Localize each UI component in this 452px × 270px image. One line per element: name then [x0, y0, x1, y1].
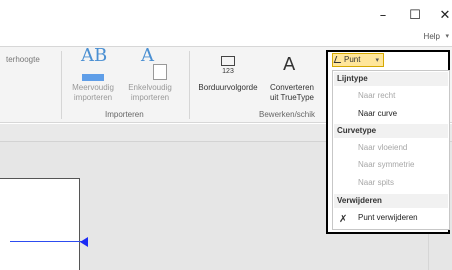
close-button[interactable]: ✕ [435, 8, 452, 24]
enkelvoudig-importeren-button[interactable]: A Enkelvoudig importeren [122, 45, 178, 112]
ribbon-separator [61, 51, 62, 119]
single-import-icon: A [141, 45, 154, 66]
truetype-icon: A [283, 54, 296, 75]
import-arrow-icon [82, 74, 104, 81]
tab-row: Help ▾ [0, 30, 452, 46]
menu-item-naar-spits: Naar spits [358, 178, 395, 187]
maximize-button[interactable]: ☐ [405, 8, 425, 24]
chevron-down-icon: ▾ [375, 56, 379, 64]
delete-point-icon: ✗ [339, 214, 348, 225]
menu-item-naar-symmetrie: Naar symmetrie [358, 160, 415, 169]
menu-item-punt-verwijderen[interactable]: Punt verwijderen [358, 211, 418, 225]
help-menu[interactable]: Help [424, 32, 440, 41]
canvas-line[interactable] [10, 241, 82, 242]
sequence-numbers-icon: 123 [222, 68, 234, 75]
title-bar: – ☐ ✕ [0, 0, 452, 30]
minimize-button[interactable]: – [373, 8, 393, 24]
menu-section-lijntype: Lijntype [334, 72, 448, 86]
help-caret-icon[interactable]: ▾ [445, 32, 449, 40]
ribbon-separator [189, 51, 190, 119]
document-icon [153, 64, 167, 80]
menu-item-naar-vloeiend: Naar vloeiend [358, 143, 408, 152]
menu-section-curvetype: Curvetype [334, 124, 448, 138]
multi-import-icon: AB [81, 45, 108, 66]
menu-item-naar-curve[interactable]: Naar curve [358, 107, 397, 121]
menu-item-naar-recht: Naar recht [358, 91, 396, 100]
canvas-page[interactable] [0, 178, 80, 270]
converteren-truetype-button[interactable]: A Converteren uit TrueType [262, 50, 322, 106]
borduurvolgorde-button[interactable]: 123 Borduurvolgorde [196, 50, 260, 106]
group-label-importeren: Importeren [105, 110, 144, 119]
group-label-bewerken: Bewerken/schik [259, 110, 316, 119]
point-handle-icon[interactable] [80, 237, 88, 247]
meervoudig-importeren-button[interactable]: AB Meervoudig importeren [64, 45, 122, 112]
partial-ribbon-label: terhoogte [6, 55, 40, 64]
sequence-icon [221, 56, 235, 66]
pen-icon [333, 56, 344, 63]
punt-button[interactable]: Punt ▾ [332, 53, 384, 67]
menu-section-verwijderen: Verwijderen [334, 194, 448, 208]
